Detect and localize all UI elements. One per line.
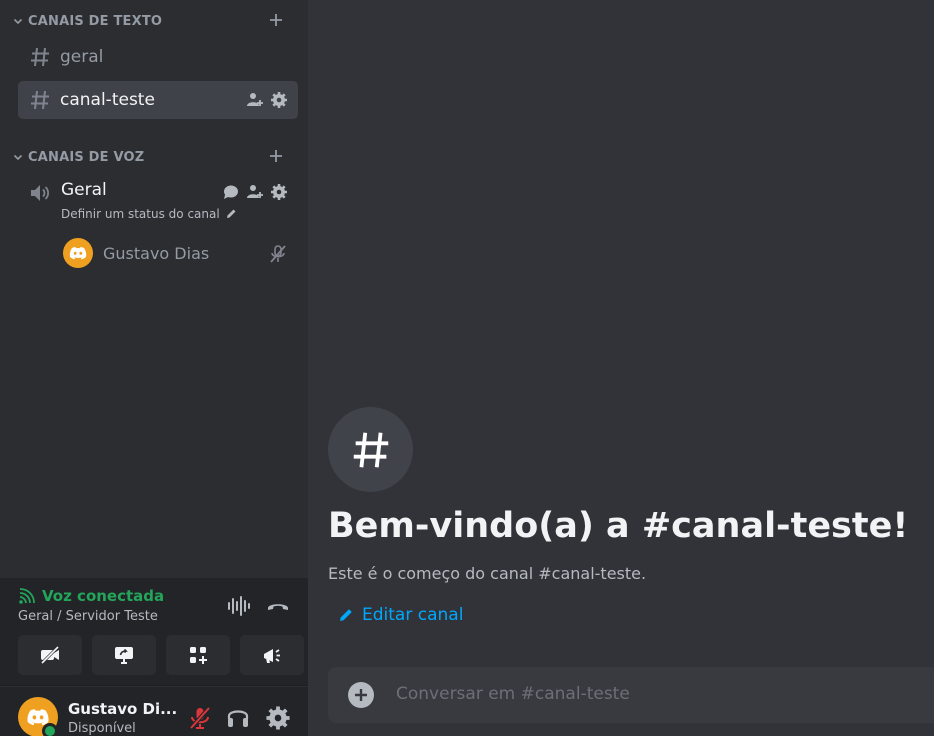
hash-icon: [31, 90, 49, 110]
category-text-channels[interactable]: CANAIS DE TEXTO: [12, 11, 298, 31]
plus-icon[interactable]: [268, 148, 284, 164]
channel-welcome-badge: [328, 407, 413, 492]
category-label: CANAIS DE TEXTO: [28, 13, 163, 29]
screen-share-button[interactable]: [92, 635, 156, 675]
channel-list: CANAIS DE TEXTO geral canal-teste CANAIS…: [0, 0, 308, 578]
hash-icon: [353, 432, 388, 467]
activities-icon: [190, 647, 207, 664]
plus-icon[interactable]: [268, 12, 284, 28]
voice-channel-geral[interactable]: Geral Definir um status do canal: [18, 176, 298, 232]
category-label: CANAIS DE VOZ: [28, 149, 145, 165]
user-name[interactable]: Gustavo Di...: [68, 700, 177, 718]
discord-logo-icon: [69, 247, 87, 260]
headphones-icon[interactable]: [225, 705, 251, 731]
welcome-title: Bem-vindo(a) a #canal-teste!: [328, 506, 909, 546]
set-channel-status[interactable]: Definir um status do canal: [61, 207, 237, 221]
invite-icon[interactable]: [246, 183, 264, 201]
channel-label: geral: [60, 47, 104, 67]
chat-bubble-icon[interactable]: [222, 183, 240, 201]
signal-icon: [19, 588, 35, 604]
mic-muted-icon: [270, 245, 286, 263]
pencil-icon: [340, 609, 352, 621]
chevron-down-icon: [13, 154, 23, 161]
message-input[interactable]: Conversar em #canal-teste: [396, 684, 630, 704]
category-voice-channels[interactable]: CANAIS DE VOZ: [12, 147, 298, 167]
speaker-icon: [31, 185, 50, 201]
hash-icon: [31, 47, 49, 67]
voice-connection-panel: Voz conectada Geral / Servidor Teste: [0, 578, 308, 686]
noise-suppression-icon[interactable]: [226, 594, 250, 618]
activities-button[interactable]: [166, 635, 230, 675]
voice-connected-status: Voz conectada: [18, 587, 164, 605]
user-status: Disponível: [68, 721, 136, 736]
pencil-icon: [226, 209, 236, 218]
camera-off-icon: [40, 645, 60, 665]
camera-off-button[interactable]: [18, 635, 82, 675]
chat-area: Bem-vindo(a) a #canal-teste! Este é o co…: [308, 0, 934, 736]
edit-channel-label: Editar canal: [362, 605, 464, 625]
soundboard-button[interactable]: [240, 635, 304, 675]
mic-muted-icon[interactable]: [187, 705, 213, 731]
disconnect-icon[interactable]: [266, 594, 290, 618]
edit-channel-link[interactable]: Editar canal: [338, 605, 463, 625]
plus-icon: [355, 689, 367, 701]
welcome-subtitle: Este é o começo do canal #canal-teste.: [328, 564, 647, 583]
channel-item-geral[interactable]: geral: [18, 38, 298, 76]
member-name: Gustavo Dias: [103, 243, 210, 263]
soundboard-icon: [264, 649, 280, 663]
gear-icon[interactable]: [270, 183, 288, 201]
avatar: [63, 238, 93, 268]
gear-icon[interactable]: [270, 91, 288, 109]
channel-label: canal-teste: [60, 90, 155, 110]
online-status-dot: [42, 723, 58, 736]
voice-member[interactable]: Gustavo Dias: [56, 236, 298, 270]
user-panel: Gustavo Di... Disponível: [0, 687, 308, 736]
channel-sidebar: CANAIS DE TEXTO geral canal-teste CANAIS…: [0, 0, 308, 736]
channel-status-text: Definir um status do canal: [61, 207, 220, 221]
channel-item-canal-teste[interactable]: canal-teste: [18, 81, 298, 119]
chevron-down-icon: [13, 18, 23, 25]
gear-icon[interactable]: [265, 705, 291, 731]
attach-plus-button[interactable]: [348, 682, 374, 708]
message-composer[interactable]: Conversar em #canal-teste: [328, 667, 934, 723]
invite-icon[interactable]: [246, 91, 264, 109]
screen-share-icon: [115, 647, 133, 664]
voice-location[interactable]: Geral / Servidor Teste: [18, 609, 158, 624]
voice-channel-label: Geral: [61, 180, 107, 200]
voice-connected-label: Voz conectada: [42, 587, 165, 605]
